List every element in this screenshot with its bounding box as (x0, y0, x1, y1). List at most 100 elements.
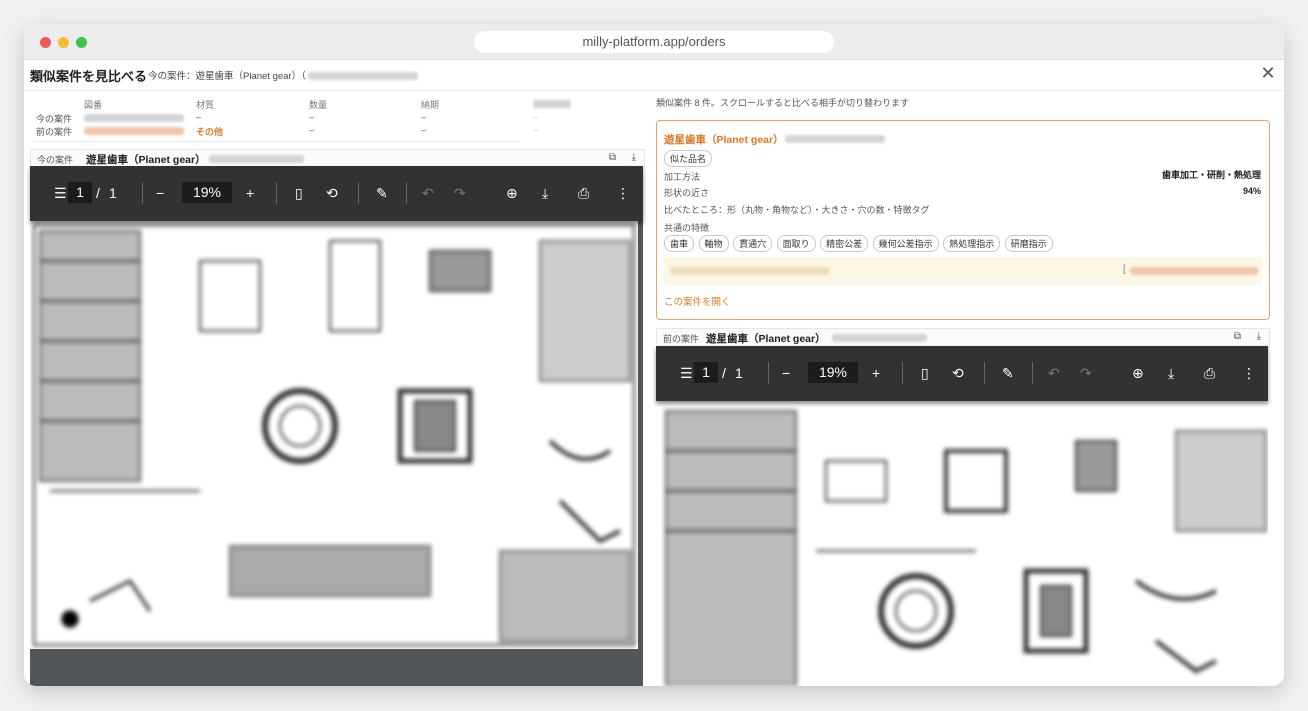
tag-chip: 歯車 (664, 235, 695, 252)
method-value: 歯車加工・研削・熱処理 (1161, 170, 1261, 180)
row-current-material: – (196, 112, 202, 122)
tag-chip: 貫通穴 (733, 235, 773, 252)
zoom-out-button[interactable]: − (782, 365, 790, 381)
row-previous-drawing (84, 125, 184, 135)
more-options-icon[interactable]: ⋮ (616, 185, 630, 202)
redo-icon[interactable]: ↷ (454, 185, 466, 202)
menu-icon[interactable]: ☰ (680, 365, 693, 382)
pdf-toolbar: ☰ 1 / 1 − 19% + ▯ ⟲ ✎ ↶ ↷ ⊕ ⤓ ⎙ ⋮ (656, 346, 1268, 401)
minimize-window-button[interactable] (58, 37, 69, 48)
maximize-window-button[interactable] (76, 37, 87, 48)
redacted-card-id (785, 135, 885, 143)
address-bar[interactable]: milly-platform.app/orders (474, 31, 834, 53)
rotate-icon[interactable]: ⟲ (326, 185, 338, 202)
row-current-label: 今の案件 (36, 114, 73, 124)
zoom-in-button[interactable]: + (872, 365, 880, 381)
page-total: 1 (109, 185, 117, 201)
shape-value: 94% (1242, 186, 1261, 196)
print-icon[interactable]: ⎙ (578, 185, 589, 202)
print-icon[interactable]: ⎙ (1204, 365, 1215, 382)
divider (34, 141, 519, 142)
page-separator: / (96, 185, 100, 201)
draw-icon[interactable]: ✎ (376, 185, 388, 202)
row-previous-label: 前の案件 (36, 127, 73, 137)
dialog-title: 類似案件を見比べる (30, 69, 148, 84)
page-total: 1 (735, 365, 743, 381)
separator (358, 182, 359, 204)
add-text-icon[interactable]: ⊕ (1132, 365, 1144, 382)
fit-page-icon[interactable]: ▯ (295, 185, 303, 202)
header-quantity: 数量 (309, 100, 328, 110)
row-current-drawing (84, 112, 184, 122)
row-current-quantity: – (309, 112, 315, 122)
separator (768, 362, 769, 384)
drawing-page (656, 401, 1268, 686)
separator (406, 182, 407, 204)
row-previous-extra: – (533, 125, 539, 135)
download-icon[interactable]: ⤓ (1257, 331, 1261, 342)
redacted-note (670, 267, 830, 275)
download-icon[interactable]: ⤓ (632, 152, 636, 163)
method-label: 加工方法 (664, 172, 701, 182)
undo-icon[interactable]: ↶ (422, 185, 434, 202)
file-bar-previous: 前の案件 遊星歯車（Planet gear） ⧉ ⤓ (656, 328, 1270, 348)
file-label: 今の案件 (37, 155, 74, 165)
zoom-out-button[interactable]: − (156, 185, 164, 201)
header-redacted (533, 98, 571, 108)
similar-summary: 類似案件 8 件。スクロールすると比べる相手が切り替わります (656, 98, 910, 108)
zoom-in-button[interactable]: + (246, 185, 254, 201)
add-text-icon[interactable]: ⊕ (506, 185, 518, 202)
browser-titlebar: milly-platform.app/orders (24, 24, 1284, 60)
shape-label: 形状の近さ (664, 188, 710, 198)
redacted-drawing-number (308, 72, 419, 81)
separator (984, 362, 985, 384)
page-separator: / (722, 365, 726, 381)
common-features-label: 共通の特徴 (664, 223, 710, 233)
row-current-extra: – (533, 112, 539, 122)
dialog-header: 類似案件を見比べる 今の案件：遊星歯車（Planet gear）（ ✕ (24, 60, 1284, 91)
tag-chip: 幾何公差指示 (872, 235, 939, 252)
note-bracket: [ (1123, 264, 1126, 275)
row-previous-quantity: – (309, 125, 315, 135)
tag-chip: 精密公差 (820, 235, 869, 252)
pdf-canvas-area[interactable] (30, 221, 643, 686)
pdf-canvas-area[interactable] (656, 401, 1268, 686)
zoom-level[interactable]: 19% (182, 182, 232, 203)
redacted-filename (209, 155, 304, 163)
tag-chip: 軸物 (698, 235, 729, 252)
pdf-toolbar: ☰ 1 / 1 − 19% + ▯ ⟲ ✎ ↶ ↷ ⊕ ⤓ ⎙ ⋮ (30, 166, 643, 221)
page-number-input[interactable]: 1 (68, 182, 92, 203)
separator (276, 182, 277, 204)
pdf-download-icon[interactable]: ⤓ (542, 185, 548, 202)
card-title[interactable]: 遊星歯車（Planet gear） (664, 132, 784, 147)
open-external-icon[interactable]: ⧉ (609, 152, 616, 163)
rotate-icon[interactable]: ⟲ (952, 365, 964, 382)
open-external-icon[interactable]: ⧉ (1234, 331, 1241, 342)
fit-page-icon[interactable]: ▯ (921, 365, 929, 382)
compared-label: 比べたところ：形（丸物・角物など）・大きさ・穴の数・特徴タグ (664, 205, 930, 215)
redacted-filename (832, 334, 927, 342)
info-table: 図番 材質 数量 納期 今の案件 – – – – 前の案件 その他 – – – (24, 90, 649, 146)
row-current-due: – (421, 112, 427, 122)
open-case-link[interactable]: この案件を開く (664, 294, 731, 308)
similar-case-card[interactable]: 遊星歯車（Planet gear） 似た品名 加工方法 歯車加工・研削・熱処理 … (656, 120, 1270, 320)
blurred-technical-drawing (665, 410, 1267, 686)
close-icon[interactable]: ✕ (1258, 63, 1278, 84)
browser-window: milly-platform.app/orders 類似案件を見比べる 今の案件… (24, 24, 1284, 686)
header-material: 材質 (196, 100, 215, 110)
close-window-button[interactable] (40, 37, 51, 48)
page-number-input[interactable]: 1 (694, 362, 718, 383)
draw-icon[interactable]: ✎ (1002, 365, 1014, 382)
menu-icon[interactable]: ☰ (54, 185, 67, 202)
header-drawing-no: 図番 (84, 100, 103, 110)
undo-icon[interactable]: ↶ (1048, 365, 1060, 382)
drawing-page (30, 221, 638, 649)
more-options-icon[interactable]: ⋮ (1242, 365, 1256, 382)
zoom-level[interactable]: 19% (808, 362, 858, 383)
redo-icon[interactable]: ↷ (1080, 365, 1092, 382)
file-label: 前の案件 (663, 334, 700, 344)
pdf-viewer-previous: ☰ 1 / 1 − 19% + ▯ ⟲ ✎ ↶ ↷ ⊕ ⤓ ⎙ ⋮ (656, 346, 1268, 686)
pdf-download-icon[interactable]: ⤓ (1168, 365, 1174, 382)
left-pane: 図番 材質 数量 納期 今の案件 – – – – 前の案件 その他 – – – … (24, 90, 649, 686)
row-previous-due: – (421, 125, 427, 135)
